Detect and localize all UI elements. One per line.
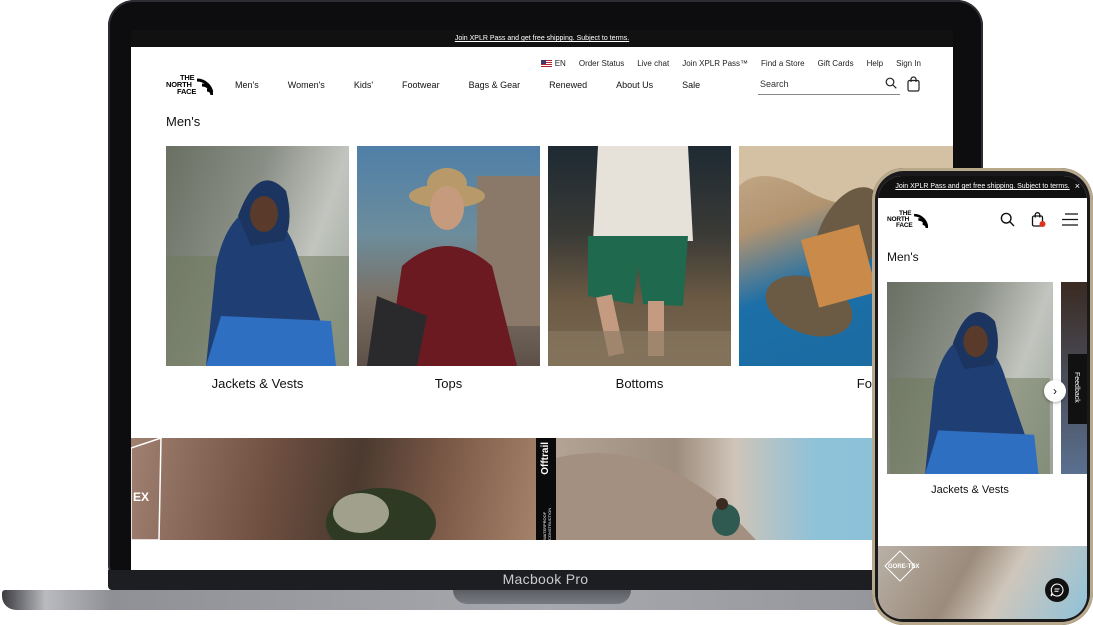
tops-image xyxy=(357,146,540,366)
us-flag-icon xyxy=(540,60,552,67)
feedback-tab[interactable]: Feedback xyxy=(1068,354,1087,424)
category-label-tops: Tops xyxy=(434,376,463,391)
gore-tex-badge: EX xyxy=(133,490,150,504)
chat-bubble-icon xyxy=(1050,583,1064,597)
nav-mens[interactable]: Men's xyxy=(235,80,259,90)
offtrail-sublabel: WATERPROOF CONSTRUCTION xyxy=(542,507,552,540)
promo-close-icon[interactable]: × xyxy=(1075,181,1080,191)
laptop-notch xyxy=(453,590,631,604)
promo-bar-link[interactable]: Join XPLR Pass and get free shipping. Su… xyxy=(131,30,953,47)
mobile-category-label: Jackets & Vests xyxy=(931,484,1009,496)
mobile-logo-line-3: FACE xyxy=(896,222,913,229)
banner-rocks-image: EX xyxy=(131,436,536,558)
menu-icon[interactable] xyxy=(1062,213,1078,226)
category-card-tops[interactable]: Tops xyxy=(357,146,540,391)
laptop-model-label: Macbook Pro xyxy=(502,571,589,587)
mobile-promo-bar-link[interactable]: Join XPLR Pass and get free shipping. Su… xyxy=(878,176,1087,198)
carousel-next-arrow-icon[interactable]: › xyxy=(1044,380,1066,402)
order-status-link[interactable]: Order Status xyxy=(579,59,624,68)
feedback-label: Feedback xyxy=(1073,372,1080,403)
category-card-bottoms[interactable]: Bottoms xyxy=(548,146,731,391)
category-label-bottoms: Bottoms xyxy=(615,376,664,391)
cart-icon[interactable] xyxy=(907,76,920,92)
mobile-page-title: Men's xyxy=(887,250,919,264)
help-link[interactable]: Help xyxy=(867,59,883,68)
desktop-screen: Join XPLR Pass and get free shipping. Su… xyxy=(131,30,953,570)
search-placeholder: Search xyxy=(760,79,789,89)
search-icon[interactable] xyxy=(885,77,897,89)
nav-renewed[interactable]: Renewed xyxy=(549,80,587,90)
category-label-jackets: Jackets & Vests xyxy=(211,376,304,391)
mobile-search-icon[interactable] xyxy=(1000,212,1015,227)
language-selector[interactable]: EN xyxy=(540,59,566,68)
search-input[interactable]: Search xyxy=(758,74,900,95)
find-store-link[interactable]: Find a Store xyxy=(761,59,805,68)
logo-line-3: FACE xyxy=(177,87,197,96)
mobile-screen: Join XPLR Pass and get free shipping. Su… xyxy=(878,176,1087,619)
utility-nav: EN Order Status Live chat Join XPLR Pass… xyxy=(540,59,921,68)
main-nav: Men's Women's Kids' Footwear Bags & Gear… xyxy=(235,80,700,90)
mobile-half-dome-icon xyxy=(913,213,928,228)
laptop-chin: Macbook Pro xyxy=(108,570,983,590)
join-xplr-pass-link[interactable]: Join XPLR Pass™ xyxy=(682,59,748,68)
live-chat-link[interactable]: Live chat xyxy=(637,59,669,68)
bottoms-image xyxy=(548,146,731,366)
nav-womens[interactable]: Women's xyxy=(288,80,325,90)
chat-button[interactable] xyxy=(1045,578,1069,602)
language-label: EN xyxy=(554,59,566,68)
nav-footwear[interactable]: Footwear xyxy=(402,80,440,90)
brand-logo[interactable]: THE NORTH FACE xyxy=(166,74,214,96)
nav-sale[interactable]: Sale xyxy=(682,80,700,90)
page-title: Men's xyxy=(166,114,201,129)
mobile-cart-icon[interactable] xyxy=(1031,211,1046,228)
half-dome-icon xyxy=(196,78,213,95)
promo-banner[interactable]: EX Offtrail WATERPROOF CONSTRUCTION xyxy=(131,436,953,558)
nav-kids[interactable]: Kids' xyxy=(354,80,373,90)
mobile-gore-tex-badge: GORE-TEX xyxy=(888,564,920,570)
offtrail-label: Offtrail xyxy=(540,442,551,475)
nav-bags-gear[interactable]: Bags & Gear xyxy=(469,80,521,90)
sign-in-link[interactable]: Sign In xyxy=(896,59,921,68)
category-card-jackets[interactable]: Jackets & Vests xyxy=(166,146,349,391)
mobile-jackets-image[interactable] xyxy=(887,282,1053,474)
nav-about-us[interactable]: About Us xyxy=(616,80,653,90)
mobile-brand-logo[interactable]: THE NORTH FACE xyxy=(887,210,929,230)
jackets-image xyxy=(166,146,349,366)
offtrail-strip: Offtrail WATERPROOF CONSTRUCTION xyxy=(536,438,556,540)
gift-cards-link[interactable]: Gift Cards xyxy=(818,59,854,68)
